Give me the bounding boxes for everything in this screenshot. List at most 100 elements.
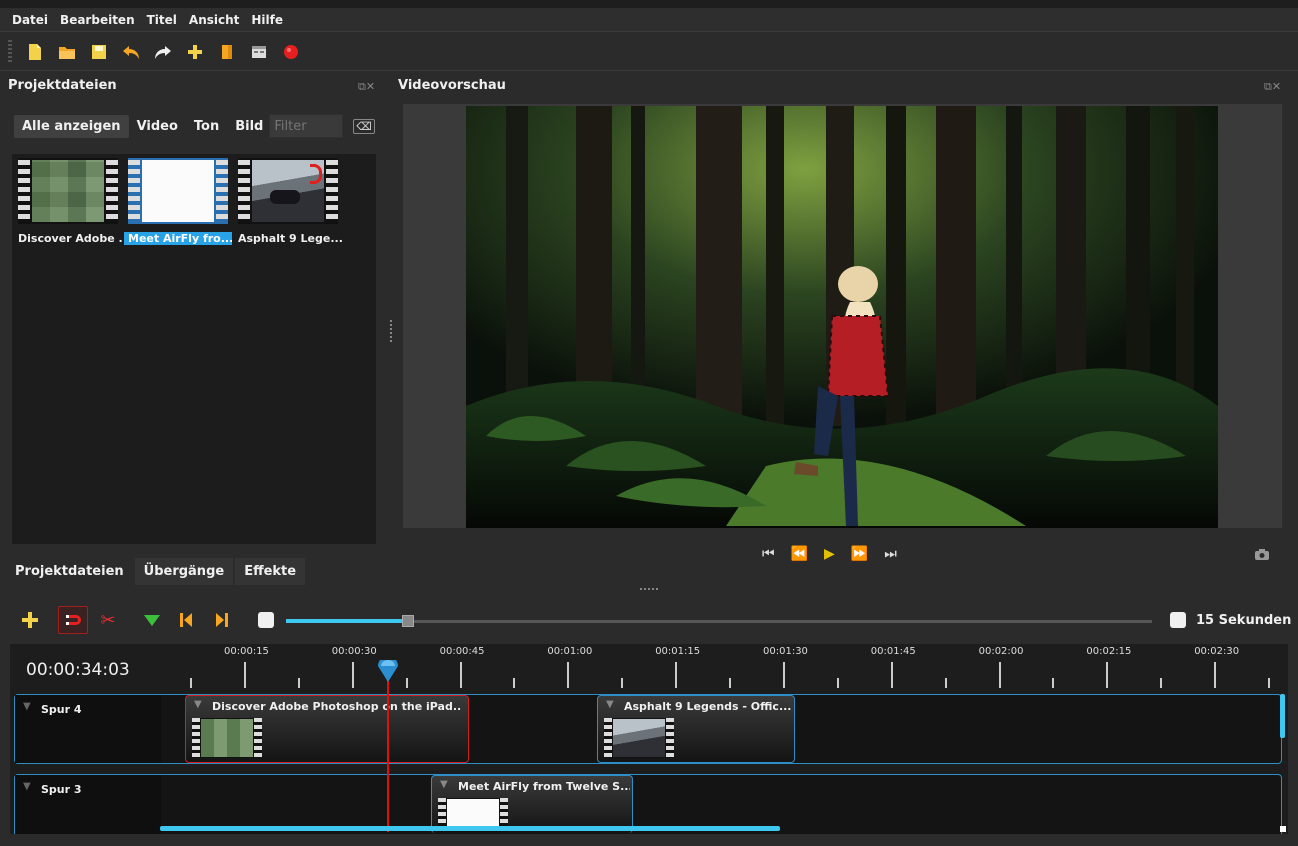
track-spur-4[interactable]: ▼ Spur 4 ▼ Discover Adobe Photoshop on t… xyxy=(14,694,1282,764)
ruler-tick xyxy=(998,662,1001,688)
save-project-icon[interactable] xyxy=(90,43,108,61)
ruler-tick xyxy=(890,662,893,688)
menu-titel[interactable]: Titel xyxy=(147,13,177,27)
zoom-level-label: 15 Sekunden xyxy=(1196,613,1292,628)
ruler-tick xyxy=(567,662,570,688)
horizontal-splitter-handle[interactable] xyxy=(640,588,658,590)
zoom-out-icon[interactable] xyxy=(258,612,274,628)
previous-marker-icon[interactable] xyxy=(174,608,198,632)
menu-bearbeiten[interactable]: Bearbeiten xyxy=(60,13,135,27)
ruler-tick xyxy=(1268,678,1270,688)
fullscreen-icon[interactable] xyxy=(250,43,268,61)
tab-project-files[interactable]: Projektdateien xyxy=(6,558,133,585)
redo-icon[interactable] xyxy=(154,43,172,61)
add-track-icon[interactable] xyxy=(18,608,42,632)
tab-effects[interactable]: Effekte xyxy=(235,558,306,585)
timeline-clip[interactable]: ▼ Meet AirFly from Twelve S... xyxy=(431,775,633,833)
track-collapse-icon[interactable]: ▼ xyxy=(23,701,31,712)
timeline-horizontal-scrollbar[interactable] xyxy=(160,826,780,831)
current-timecode: 00:00:34:03 xyxy=(26,660,130,680)
next-marker-icon[interactable] xyxy=(210,608,234,632)
filter-audio-button[interactable]: Ton xyxy=(186,115,227,138)
track-collapse-icon[interactable]: ▼ xyxy=(23,781,31,792)
ruler-time-label: 00:02:30 xyxy=(1194,646,1240,657)
track-name: Spur 4 xyxy=(41,703,82,716)
clip-thumbnail xyxy=(192,718,262,758)
timeline-clip[interactable]: ▼ Discover Adobe Photoshop on the iPad..… xyxy=(185,695,469,763)
jump-start-icon[interactable]: ⏮ xyxy=(762,546,775,562)
new-project-icon[interactable] xyxy=(26,43,44,61)
ruler-time-label: 00:01:15 xyxy=(655,646,701,657)
ruler-tick xyxy=(351,662,354,688)
clip-title: Discover Adobe Photoshop on the iPad.... xyxy=(212,700,462,713)
clip-menu-icon[interactable]: ▼ xyxy=(194,699,202,710)
clip-menu-icon[interactable]: ▼ xyxy=(606,699,614,710)
playback-controls: ⏮ ⏪ ▶ ⏩ ⏭ xyxy=(762,546,897,562)
jump-end-icon[interactable]: ⏭ xyxy=(884,546,897,562)
tab-transitions[interactable]: Übergänge xyxy=(134,558,234,585)
timeline-ruler[interactable]: 00:00:15 00:00:30 00:00:45 00:01:00 00:01:15… xyxy=(160,644,1282,692)
ruler-tick xyxy=(405,678,408,688)
clear-filter-icon[interactable]: ⌫ xyxy=(353,118,375,134)
razor-cut-icon[interactable]: ✂ xyxy=(96,608,120,632)
fast-forward-icon[interactable]: ⏩ xyxy=(851,546,868,562)
dock-buttons-left[interactable]: ⧉✕ xyxy=(358,80,375,94)
filter-bar: Alle anzeigen Video Ton Bild ⌫ xyxy=(14,114,375,138)
snap-magnet-icon[interactable] xyxy=(58,606,88,634)
zoom-slider-handle[interactable] xyxy=(402,615,414,627)
export-video-icon[interactable] xyxy=(282,43,300,61)
file-thumbnail xyxy=(128,158,228,224)
timeline-vertical-scrollbar[interactable] xyxy=(1280,694,1285,738)
zoom-slider-fill xyxy=(286,619,406,623)
ruler-tick xyxy=(675,662,678,688)
filter-video-button[interactable]: Video xyxy=(129,115,186,138)
playhead-line[interactable] xyxy=(387,676,389,832)
ruler-tick xyxy=(1106,662,1109,688)
playhead-handle[interactable] xyxy=(376,656,400,684)
file-label: Discover Adobe ... xyxy=(18,232,122,245)
track-name: Spur 3 xyxy=(41,783,82,796)
menu-datei[interactable]: Datei xyxy=(12,13,48,27)
menu-ansicht[interactable]: Ansicht xyxy=(189,13,239,27)
ruler-tick xyxy=(297,678,300,688)
filter-all-button[interactable]: Alle anzeigen xyxy=(14,114,129,138)
undo-icon[interactable] xyxy=(122,43,140,61)
ruler-tick xyxy=(836,678,839,688)
play-icon[interactable]: ▶ xyxy=(824,546,835,562)
timeline-clip[interactable]: ▼ Asphalt 9 Legends - Offic... xyxy=(597,695,795,763)
panel-splitter-handle[interactable] xyxy=(390,320,392,342)
forest-scene-image xyxy=(466,106,1218,528)
menu-hilfe[interactable]: Hilfe xyxy=(251,13,283,27)
zoom-in-icon[interactable] xyxy=(1170,612,1186,628)
filter-image-button[interactable]: Bild xyxy=(227,115,267,138)
track-spur-3[interactable]: ▼ Spur 3 ▼ Meet AirFly from Twelve S... xyxy=(14,774,1282,834)
ruler-tick xyxy=(621,678,624,688)
clip-thumbnail xyxy=(604,718,674,758)
open-project-icon[interactable] xyxy=(58,43,76,61)
filter-search-input[interactable] xyxy=(269,114,344,138)
ruler-time-label: 00:00:30 xyxy=(331,646,377,657)
menu-bar: Datei Bearbeiten Titel Ansicht Hilfe xyxy=(0,8,1298,32)
import-files-icon[interactable] xyxy=(186,43,204,61)
clip-menu-icon[interactable]: ▼ xyxy=(440,779,448,790)
camera-icon[interactable] xyxy=(1254,548,1270,564)
toolbar-grip[interactable] xyxy=(8,39,12,64)
ruler-tick xyxy=(1214,662,1217,688)
track-header[interactable]: ▼ Spur 4 xyxy=(15,695,161,763)
file-label: Meet AirFly fro... xyxy=(124,232,232,245)
add-marker-icon[interactable] xyxy=(140,608,164,632)
main-toolbar xyxy=(0,33,1298,71)
project-files-title: Projektdateien xyxy=(8,78,117,93)
ruler-tick xyxy=(944,678,947,688)
zoom-slider-track[interactable] xyxy=(286,620,1152,623)
profile-icon[interactable] xyxy=(218,43,236,61)
ruler-time-label: 00:01:00 xyxy=(547,646,593,657)
clip-title: Asphalt 9 Legends - Offic... xyxy=(624,700,792,713)
dock-buttons-preview[interactable]: ⧉✕ xyxy=(1264,80,1281,94)
ruler-tick xyxy=(513,678,516,688)
ruler-time-label: 00:00:45 xyxy=(439,646,485,657)
track-header[interactable]: ▼ Spur 3 xyxy=(15,775,161,834)
video-preview-title: Videovorschau xyxy=(398,78,506,93)
rewind-icon[interactable]: ⏪ xyxy=(791,546,808,562)
clip-title: Meet AirFly from Twelve S... xyxy=(458,780,630,793)
